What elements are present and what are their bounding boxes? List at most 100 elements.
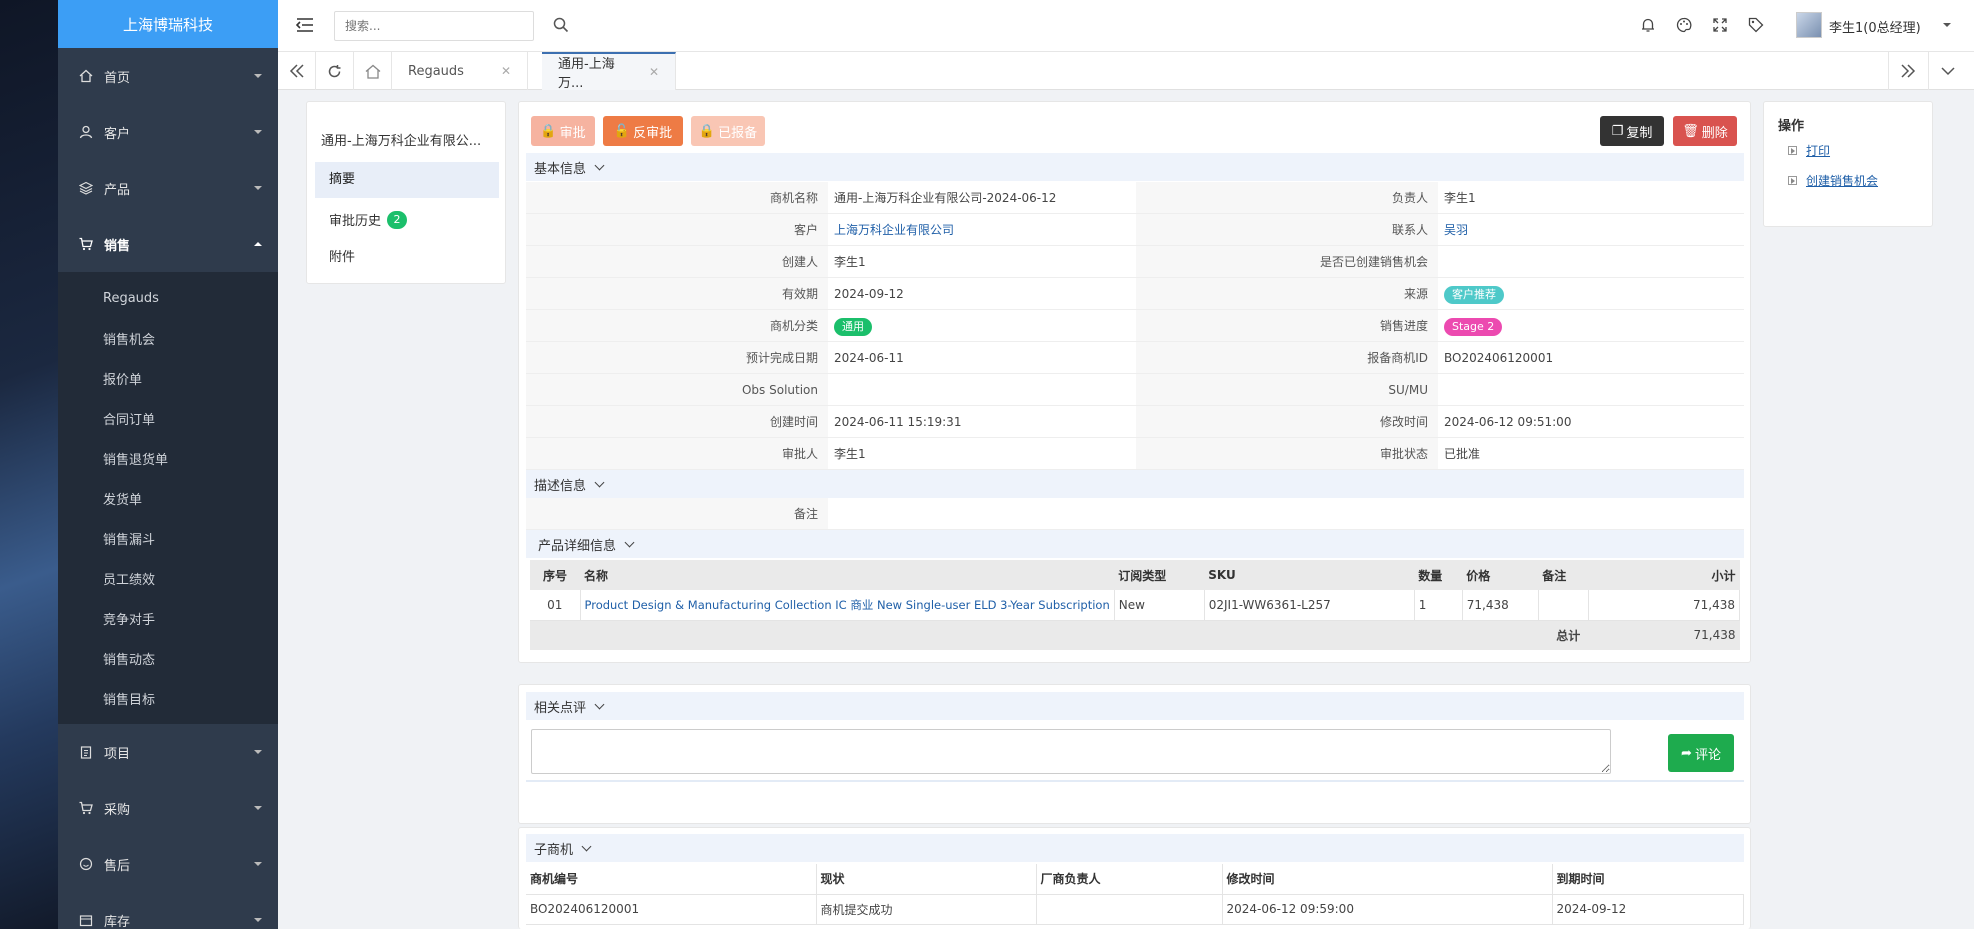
nav-attachments[interactable]: 附件 <box>329 246 355 265</box>
operations-card: 操作 打印 创建销售机会 <box>1763 101 1933 227</box>
created-time-value: 2024-06-11 15:19:31 <box>834 415 962 429</box>
nav-summary[interactable]: 摘要 <box>315 162 499 198</box>
delete-button[interactable]: 🗑 删除 <box>1673 116 1737 146</box>
detail-nav-card: 通用-上海万科企业有限公... 摘要 审批历史 2 附件 <box>306 101 506 284</box>
print-link[interactable]: 打印 <box>1806 142 1830 159</box>
approver-value: 李生1 <box>834 447 866 461</box>
clipboard-icon <box>78 744 94 760</box>
table-header-row: 商机编号 现状 厂商负责人 修改时间 到期时间 <box>526 864 1744 895</box>
chevron-down-icon <box>594 160 605 170</box>
description-section-header[interactable]: 描述信息 <box>526 470 1744 498</box>
product-detail-section-header[interactable]: 产品详细信息 <box>526 530 1744 558</box>
unapprove-button[interactable]: 🔓 反审批 <box>603 116 683 146</box>
caret-down-icon <box>254 750 262 754</box>
approve-button[interactable]: 🔒 审批 <box>531 116 595 146</box>
palette-icon[interactable] <box>1676 17 1692 36</box>
sidebar-item-customer[interactable]: 客户 <box>58 104 278 160</box>
tag-icon[interactable] <box>1748 17 1764 36</box>
chevron-down-icon <box>624 537 635 547</box>
tabs-menu-button[interactable] <box>1928 52 1966 90</box>
sidebar-subitem-sales-opportunity[interactable]: 销售机会 <box>58 318 278 358</box>
sidebar-subitem-sales-funnel[interactable]: 销售漏斗 <box>58 518 278 558</box>
home-tab-button[interactable] <box>354 52 392 90</box>
remark-value <box>828 498 1744 529</box>
home-icon <box>365 64 380 79</box>
table-total-row: 总计 71,438 <box>530 620 1740 650</box>
sidebar-subitem-delivery[interactable]: 发货单 <box>58 478 278 518</box>
comments-divider <box>526 780 1744 782</box>
info-row: 商机分类 通用 销售进度 Stage 2 <box>526 310 1744 342</box>
search-icon[interactable] <box>553 17 569 36</box>
sidebar-item-sales[interactable]: 销售 <box>58 216 278 272</box>
chevron-down-icon <box>594 699 605 709</box>
avatar[interactable] <box>1796 12 1822 38</box>
sidebar-item-label: 首页 <box>104 70 131 86</box>
user-caret-icon[interactable] <box>1943 23 1951 27</box>
modified-time-value: 2024-06-12 09:51:00 <box>1444 415 1572 429</box>
product-table: 序号 名称 订阅类型 SKU 数量 价格 备注 小计 01 Product De… <box>530 560 1741 650</box>
sidebar-subitem-sales-activity[interactable]: 销售动态 <box>58 638 278 678</box>
sidebar-item-label: 产品 <box>104 182 131 198</box>
customer-link[interactable]: 上海万科企业有限公司 <box>834 223 954 237</box>
nav-approval-history[interactable]: 审批历史 2 <box>329 210 408 229</box>
sidebar-item-after-sales[interactable]: 售后 <box>58 836 278 892</box>
comments-section-header[interactable]: 相关点评 <box>526 692 1744 720</box>
comments-card: 相关点评 ➦ 评论 <box>518 684 1751 824</box>
sidebar-subitem-quotation[interactable]: 报价单 <box>58 358 278 398</box>
submit-comment-button[interactable]: ➦ 评论 <box>1668 734 1734 772</box>
sidebar-item-label: 采购 <box>104 802 131 818</box>
contact-link[interactable]: 吴羽 <box>1444 223 1468 237</box>
product-link[interactable]: Product Design & Manufacturing Collectio… <box>585 598 1110 612</box>
caret-down-icon <box>254 186 262 190</box>
refresh-button[interactable] <box>316 52 354 90</box>
comment-input[interactable] <box>531 729 1611 774</box>
tabs-scroll-right-button[interactable] <box>1888 52 1926 90</box>
sidebar-item-label: 销售 <box>104 238 131 254</box>
copy-icon: ❐ <box>1611 123 1624 139</box>
menu-toggle-icon[interactable] <box>295 17 314 36</box>
sidebar-item-label: 售后 <box>104 858 131 874</box>
tab-opportunity-detail[interactable]: 通用-上海万... ✕ <box>542 52 676 91</box>
close-icon[interactable]: ✕ <box>501 64 511 78</box>
refresh-icon <box>328 64 341 77</box>
copy-button[interactable]: ❐ 复制 <box>1600 116 1664 146</box>
sub-opportunity-table: 商机编号 现状 厂商负责人 修改时间 到期时间 BO202406120001 商… <box>526 864 1744 925</box>
user-name[interactable]: 李生1(0总经理) <box>1829 17 1921 36</box>
sidebar-item-product[interactable]: 产品 <box>58 160 278 216</box>
user-icon <box>78 124 94 140</box>
info-row: 商机名称 通用-上海万科企业有限公司-2024-06-12 负责人 李生1 <box>526 182 1744 214</box>
fullscreen-icon[interactable] <box>1712 17 1728 36</box>
basic-info-section-header[interactable]: 基本信息 <box>526 153 1744 181</box>
create-opportunity-link[interactable]: 创建销售机会 <box>1806 172 1878 189</box>
sidebar-subitem-contract-order[interactable]: 合同订单 <box>58 398 278 438</box>
creator-value: 李生1 <box>834 255 866 269</box>
brand-logo[interactable]: 上海博瑞科技 <box>58 0 278 48</box>
sidebar-item-purchase[interactable]: 采购 <box>58 780 278 836</box>
sidebar-subitem-staff-performance[interactable]: 员工绩效 <box>58 558 278 598</box>
close-icon[interactable]: ✕ <box>649 65 659 79</box>
tabs-scroll-left-button[interactable] <box>278 52 316 90</box>
sidebar: 上海博瑞科技 首页 客户 产品 销售 Regauds 销售机会 报价单 合同订单… <box>58 0 278 929</box>
unlock-icon: 🔓 <box>613 123 631 139</box>
sidebar-subitem-sales-return[interactable]: 销售退货单 <box>58 438 278 478</box>
info-row: 客户 上海万科企业有限公司 联系人 吴羽 <box>526 214 1744 246</box>
sidebar-subitem-sales-target[interactable]: 销售目标 <box>58 678 278 718</box>
validity-value: 2024-09-12 <box>834 287 904 301</box>
sidebar-item-project[interactable]: 项目 <box>58 724 278 780</box>
sidebar-item-inventory[interactable]: 库存 <box>58 892 278 929</box>
sub-opportunity-section-header[interactable]: 子商机 <box>526 834 1744 862</box>
caret-down-icon <box>254 130 262 134</box>
lock-icon: 🔒 <box>540 123 557 139</box>
double-chevron-left-icon <box>289 64 304 78</box>
search-input[interactable] <box>334 11 534 41</box>
filed-button[interactable]: 🔒 已报备 <box>691 116 765 146</box>
bell-icon[interactable] <box>1640 17 1656 36</box>
sidebar-subitem-competitors[interactable]: 竞争对手 <box>58 598 278 638</box>
sidebar-item-home[interactable]: 首页 <box>58 48 278 104</box>
sidebar-subitem-regauds[interactable]: Regauds <box>58 278 278 318</box>
tab-regauds[interactable]: Regauds ✕ <box>392 52 528 90</box>
table-row: BO202406120001 商机提交成功 2024-06-12 09:59:0… <box>526 894 1744 925</box>
tab-label: Regauds <box>408 63 464 79</box>
top-bar: 李生1(0总经理) <box>278 0 1974 52</box>
opportunity-detail-card: 🔒 审批 🔓 反审批 🔒 已报备 ❐ 复制 🗑 删除 基本信息 商机名称 通用-上海万科企… <box>518 101 1751 663</box>
